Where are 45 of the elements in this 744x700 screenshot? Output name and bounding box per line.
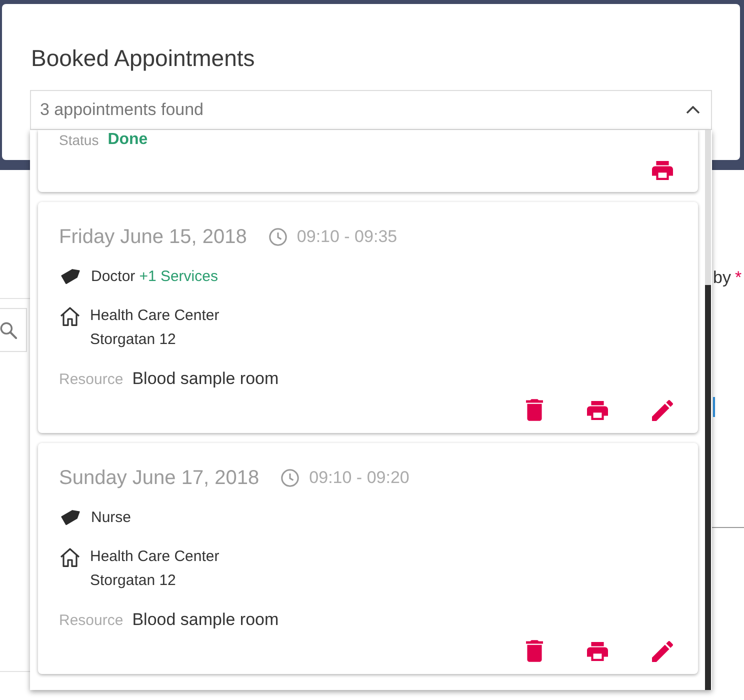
search-icon [0, 322, 17, 338]
location-address: Storgatan 12 [90, 571, 177, 591]
appointments-dropdown[interactable]: 3 appointments found [30, 90, 712, 130]
pencil-icon [652, 640, 673, 662]
printer-icon [587, 642, 608, 660]
trash-icon [526, 640, 543, 662]
location-name: Health Care Center [90, 547, 220, 567]
appointment-date: Sunday June 17, 2018 [59, 466, 260, 490]
service-name: Doctor [91, 268, 136, 284]
status-label: Status [59, 132, 99, 148]
house-icon [60, 548, 80, 567]
tag-icon [61, 268, 80, 284]
clock-icon [268, 228, 287, 246]
location-address: Storgatan 12 [90, 330, 177, 350]
tag-icon [61, 510, 80, 524]
scrollbar-thumb[interactable] [705, 285, 711, 690]
delete-button[interactable] [526, 640, 543, 662]
appointment-date: Friday June 15, 2018 [59, 226, 247, 248]
service-name: Nurse [91, 508, 132, 526]
status-value: Done [108, 131, 148, 149]
resource-value: Blood sample room [132, 369, 279, 389]
print-button[interactable] [587, 400, 608, 420]
house-icon [60, 307, 80, 326]
delete-button[interactable] [526, 399, 543, 421]
location-name: Health Care Center [90, 306, 220, 326]
field-label: by [713, 268, 731, 288]
page-title: Booked Appointments [31, 44, 255, 73]
edit-button[interactable] [652, 400, 673, 420]
trash-icon [526, 399, 543, 421]
appointment-time: 09:10 - 09:20 [309, 468, 410, 488]
resource-label: Resource [59, 371, 124, 388]
required-mark: * [734, 268, 742, 288]
appointment-time: 09:10 - 09:35 [296, 227, 398, 247]
resource-value: Blood sample room [132, 610, 279, 630]
more-services-link[interactable]: +1 Services [139, 268, 218, 284]
printer-icon [587, 400, 608, 420]
printer-icon [652, 160, 673, 180]
accent-bar [713, 397, 715, 417]
print-button[interactable] [587, 642, 608, 660]
pencil-icon [652, 400, 673, 420]
search-field[interactable] [0, 308, 27, 352]
clock-icon [281, 469, 300, 487]
print-button[interactable] [652, 160, 673, 180]
edit-button[interactable] [652, 640, 673, 662]
resource-label: Resource [59, 612, 124, 629]
